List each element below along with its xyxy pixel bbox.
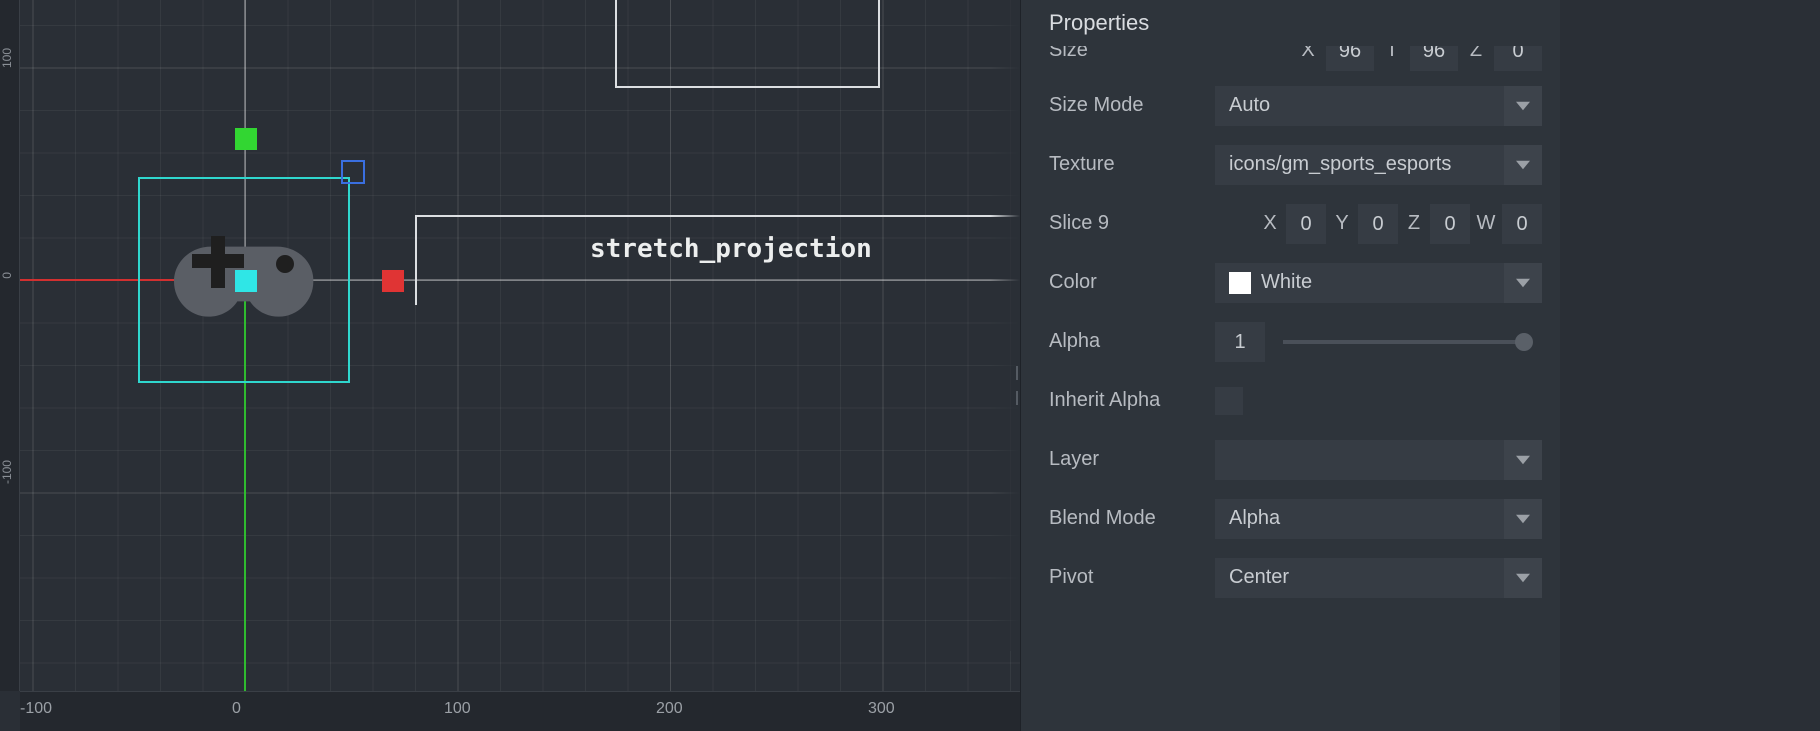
pivot-label: Pivot: [1049, 566, 1215, 589]
horizontal-ruler: -100 0 100 200 300: [20, 691, 1020, 731]
slice9-label: Slice 9: [1049, 212, 1215, 235]
inherit-alpha-label: Inherit Alpha: [1049, 389, 1215, 412]
chevron-down-icon: [1504, 499, 1542, 539]
node-label: stretch_projection: [590, 234, 872, 264]
vertical-ruler: 100 0 -100: [0, 0, 20, 691]
chevron-down-icon: [1504, 440, 1542, 480]
slice9-x-input[interactable]: 0: [1286, 204, 1326, 244]
properties-panel: Properties Size X 96 T 96 Z 0 Size: [1020, 0, 1560, 731]
offscreen-node-outline: [615, 0, 880, 88]
size-mode-label: Size Mode: [1049, 94, 1215, 117]
alpha-label: Alpha: [1049, 330, 1215, 353]
scene-viewport[interactable]: stretch_projection: [0, 0, 1020, 731]
layer-select[interactable]: [1215, 440, 1542, 480]
color-select[interactable]: White: [1215, 263, 1542, 303]
gizmo-y-handle[interactable]: [235, 128, 257, 150]
blend-mode-label: Blend Mode: [1049, 507, 1215, 530]
slice9-y-input[interactable]: 0: [1358, 204, 1398, 244]
size-mode-select[interactable]: Auto: [1215, 86, 1542, 126]
size-t-input[interactable]: 96: [1410, 46, 1458, 71]
alpha-slider[interactable]: [1283, 340, 1524, 344]
alpha-input[interactable]: 1: [1215, 322, 1265, 362]
size-x-input[interactable]: 96: [1326, 46, 1374, 71]
texture-label: Texture: [1049, 153, 1215, 176]
gizmo-x-handle[interactable]: [382, 270, 404, 292]
color-label: Color: [1049, 271, 1215, 294]
chevron-down-icon: [1504, 86, 1542, 126]
chevron-down-icon: [1504, 145, 1542, 185]
slice9-z-input[interactable]: 0: [1430, 204, 1470, 244]
blend-mode-select[interactable]: Alpha: [1215, 499, 1542, 539]
chevron-down-icon: [1504, 558, 1542, 598]
color-swatch: [1229, 272, 1251, 294]
slice9-w-input[interactable]: 0: [1502, 204, 1542, 244]
chevron-down-icon: [1504, 263, 1542, 303]
layer-label: Layer: [1049, 448, 1215, 471]
gizmo-move-handle[interactable]: [235, 270, 257, 292]
texture-select[interactable]: icons/gm_sports_esports: [1215, 145, 1542, 185]
inherit-alpha-checkbox[interactable]: [1215, 387, 1243, 415]
size-row: Size X 96 T 96 Z 0: [1049, 46, 1542, 76]
panel-title: Properties: [1021, 0, 1560, 46]
pivot-select[interactable]: Center: [1215, 558, 1542, 598]
panel-resize-handle[interactable]: [1013, 360, 1021, 410]
size-z-input[interactable]: 0: [1494, 46, 1542, 71]
corner-handle[interactable]: [341, 160, 365, 184]
